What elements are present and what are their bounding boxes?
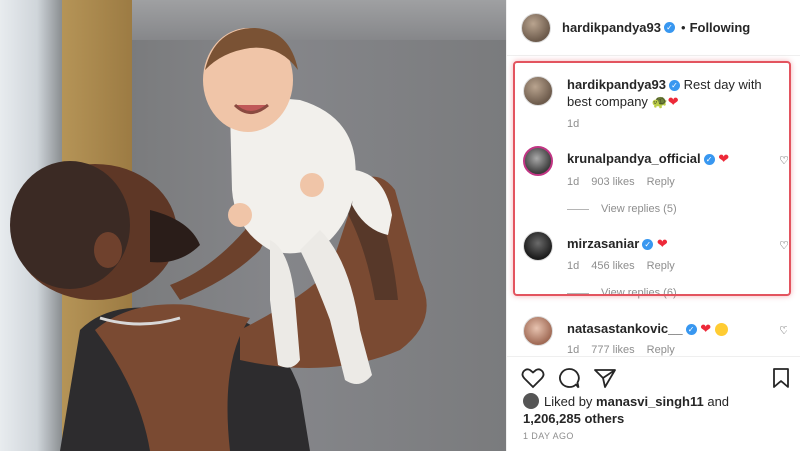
verified-icon: ✓	[669, 80, 680, 92]
caption-meta: 1d	[567, 118, 579, 130]
post-photo[interactable]	[0, 0, 506, 451]
verified-icon: ✓	[703, 154, 715, 166]
comment-body: krunalpandya_official ✓ ❤	[567, 150, 773, 167]
post-actions: Liked by manasvi_singh11 and 1,206,285 o…	[507, 356, 800, 451]
comment-body: natasastankovic__ ✓ ❤	[567, 320, 773, 337]
comment-likes[interactable]: 903 likes	[591, 176, 634, 188]
comment-text: ❤	[700, 321, 712, 336]
liked-by-others[interactable]: 1,206,285 others	[523, 411, 624, 426]
comment-avatar[interactable]	[523, 146, 553, 176]
verified-icon: ✓	[685, 324, 697, 336]
view-replies-label[interactable]: View replies (6)	[601, 287, 677, 299]
caption-body: hardikpandya93 ✓ Rest day with best compa…	[567, 76, 773, 110]
comments-panel: hardikpandya93 ✓ • Following hardikpandy…	[506, 0, 800, 451]
comment-username[interactable]: krunalpandya_official	[567, 151, 701, 166]
liked-by-prefix: Liked by	[544, 394, 593, 409]
action-icons	[521, 367, 617, 389]
liked-by: Liked by manasvi_singh11 and 1,206,285 o…	[523, 393, 783, 427]
photo-illustration	[10, 28, 427, 451]
caption: hardikpandya93 ✓ Rest day with best compa…	[523, 76, 787, 136]
comment-meta: 1d 903 likes Reply	[567, 176, 675, 188]
bookmark-icon[interactable]	[771, 367, 791, 394]
like-comment-heart-icon[interactable]: ♡	[779, 239, 789, 252]
comment-likes[interactable]: 456 likes	[591, 260, 634, 272]
comment-meta: 1d 456 likes Reply	[567, 260, 675, 272]
author-avatar[interactable]	[521, 12, 551, 43]
comment-body: mirzasaniar ✓ ❤	[567, 235, 773, 252]
reply-button[interactable]: Reply	[647, 260, 675, 272]
reply-button[interactable]: Reply	[647, 176, 675, 188]
like-heart-icon[interactable]	[521, 367, 545, 389]
share-icon[interactable]	[593, 367, 617, 389]
reply-button[interactable]: Reply	[647, 344, 675, 356]
comment-text: ❤	[656, 236, 668, 251]
author-username[interactable]: hardikpandya93	[562, 20, 661, 35]
like-comment-heart-icon[interactable]: ♡	[779, 324, 787, 337]
comment-avatar[interactable]	[523, 231, 553, 261]
liker-avatar[interactable]	[523, 393, 539, 409]
comment-username[interactable]: mirzasaniar	[567, 236, 639, 251]
view-replies-label[interactable]: View replies (5)	[601, 203, 677, 215]
comment-time[interactable]: 1d	[567, 176, 579, 188]
view-replies[interactable]: View replies (6)	[567, 287, 677, 299]
comment-likes[interactable]: 777 likes	[591, 344, 634, 356]
comment-time[interactable]: 1d	[567, 260, 579, 272]
post-time[interactable]: 1 DAY AGO	[523, 431, 574, 441]
caption-username[interactable]: hardikpandya93	[567, 77, 666, 92]
like-comment-heart-icon[interactable]: ♡	[779, 154, 789, 167]
comment-text: ❤	[718, 151, 730, 166]
comment-meta: 1d 777 likes Reply	[567, 344, 675, 356]
caption-emoji: 🐢❤	[651, 94, 679, 109]
liker-username[interactable]: manasvi_singh11	[596, 394, 704, 409]
following-button[interactable]: Following	[690, 20, 751, 35]
comment-item: mirzasaniar ✓ ❤ ♡ 1d 456 likes Reply View…	[523, 231, 789, 311]
replies-line	[567, 208, 589, 210]
post-header: hardikpandya93 ✓ • Following	[507, 0, 800, 56]
comment-username[interactable]: natasastankovic__	[567, 321, 683, 336]
verified-icon: ✓	[664, 22, 675, 33]
verified-icon: ✓	[642, 239, 654, 251]
heart-eyes-emoji-icon	[714, 323, 728, 337]
comment-bubble-icon[interactable]	[557, 367, 581, 389]
replies-line	[567, 292, 589, 294]
view-replies[interactable]: View replies (5)	[567, 203, 677, 215]
comment-time[interactable]: 1d	[567, 344, 579, 356]
caption-avatar[interactable]	[523, 76, 553, 106]
comment-item: krunalpandya_official ✓ ❤ ♡ 1d 903 likes …	[523, 146, 789, 226]
comment-avatar[interactable]	[523, 316, 553, 346]
separator-dot: •	[681, 20, 686, 35]
caption-time[interactable]: 1d	[567, 118, 579, 130]
comment-item: natasastankovic__ ✓ ❤ ♡ 1d 777 likes Repl…	[523, 316, 787, 356]
liked-by-and: and	[707, 394, 730, 409]
